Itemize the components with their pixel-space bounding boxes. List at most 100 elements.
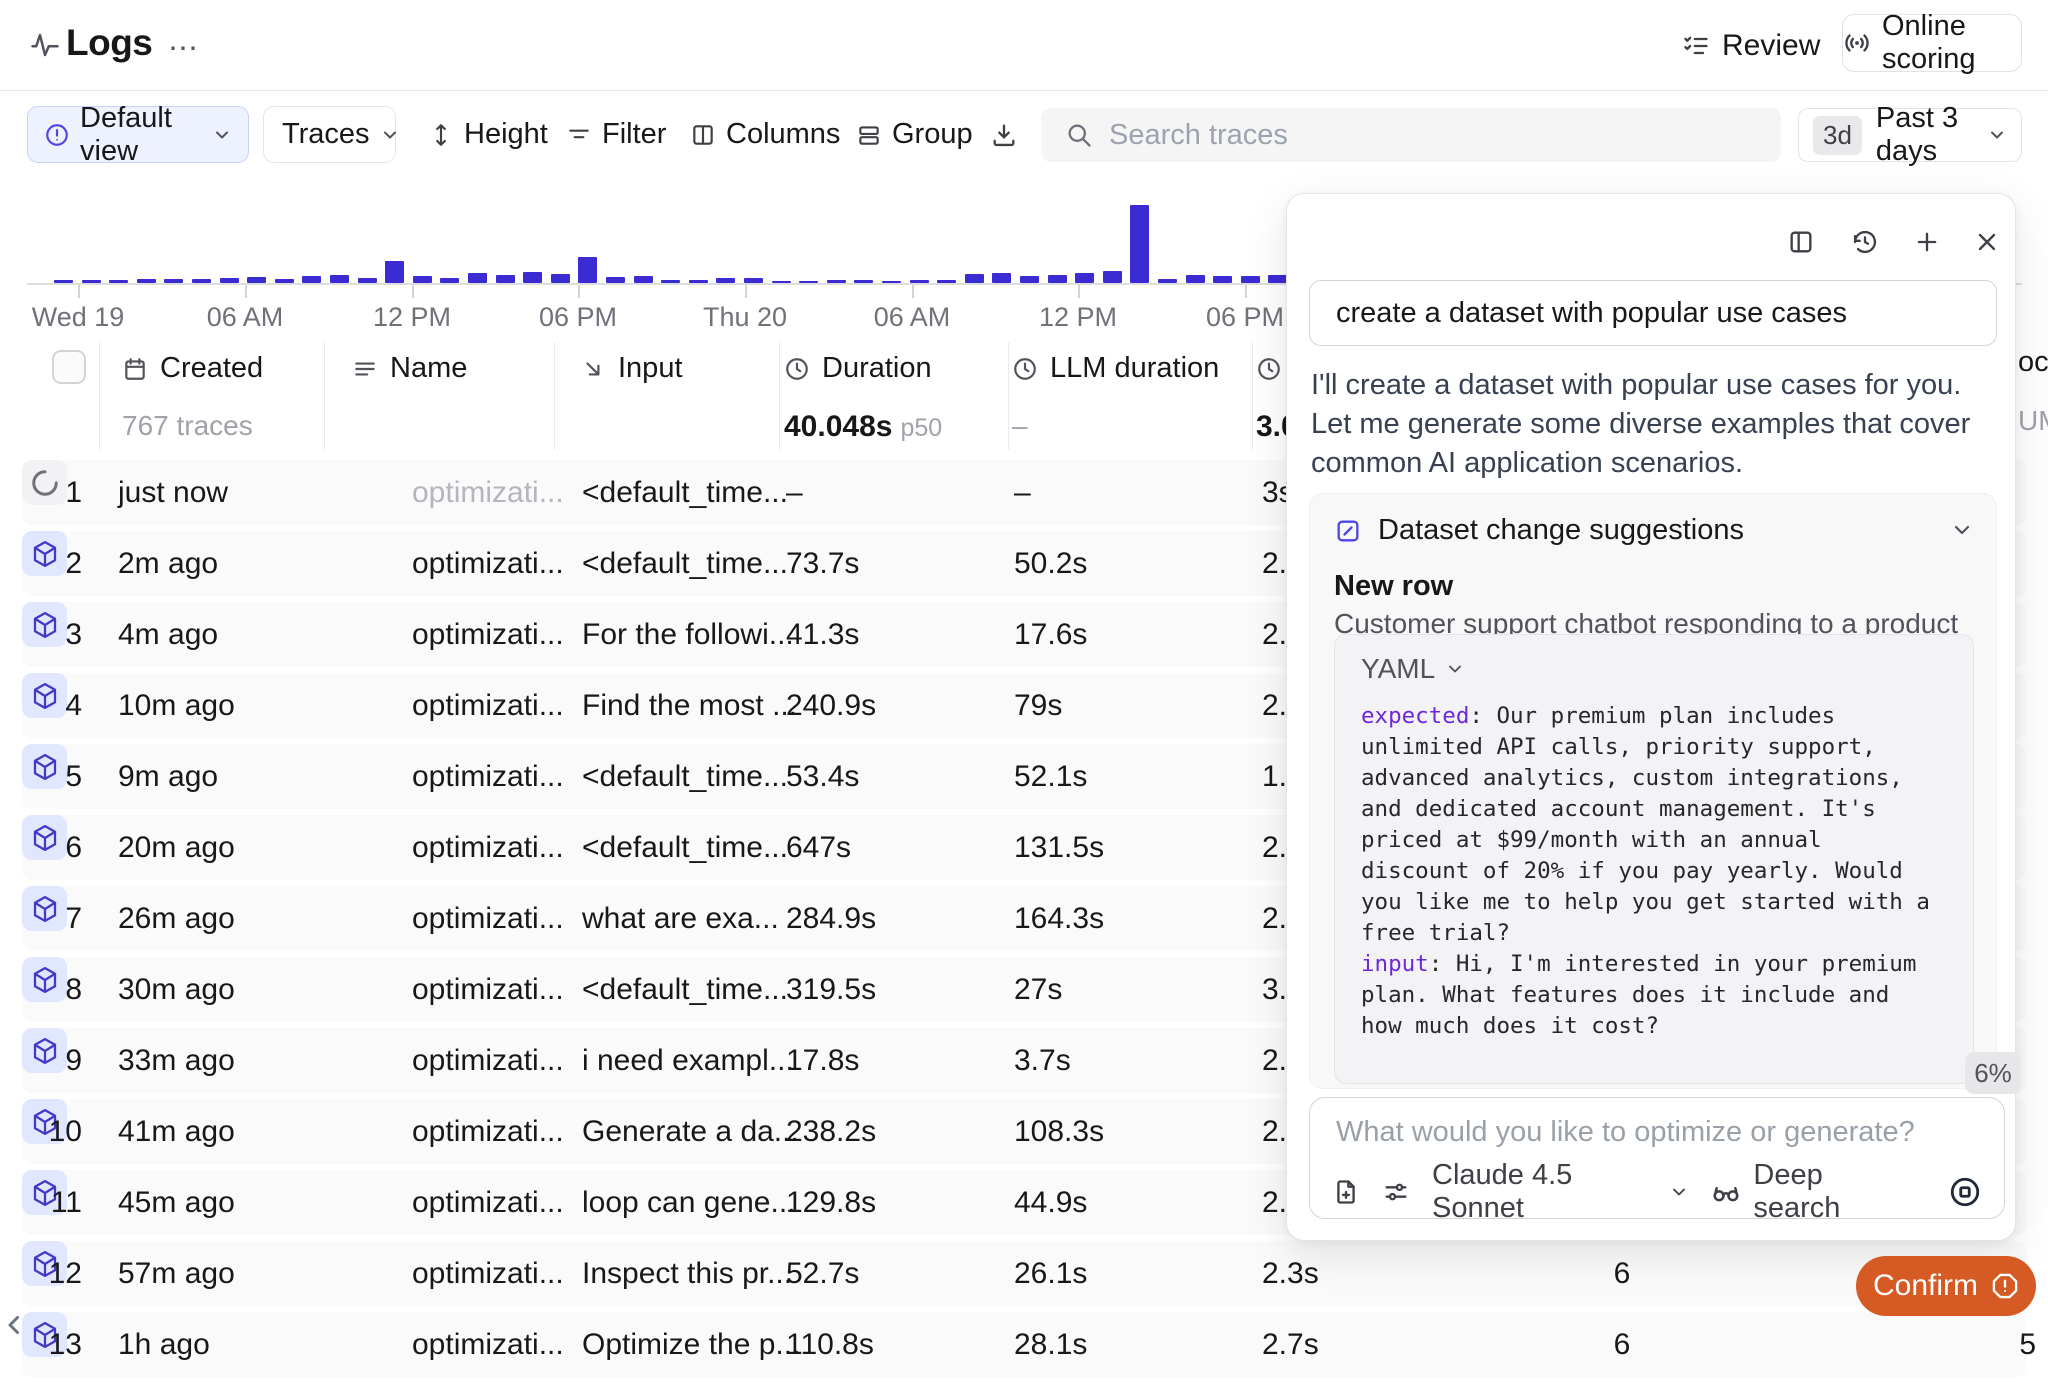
input-cell: Inspect this pr... xyxy=(582,1241,792,1306)
histogram-bar xyxy=(1241,276,1260,283)
chevron-down-icon xyxy=(1669,1182,1689,1202)
collapse-chevron-icon[interactable] xyxy=(0,1308,30,1342)
axis-tick xyxy=(745,285,747,298)
duration-cell: 73.7s xyxy=(786,531,859,596)
histogram-bar xyxy=(1075,273,1094,283)
search-input[interactable]: Search traces xyxy=(1041,108,1781,162)
created-cell: 1h ago xyxy=(118,1312,210,1377)
chevron-down-icon[interactable] xyxy=(1950,518,1974,542)
columns-icon xyxy=(690,122,716,148)
histogram-bar xyxy=(82,280,101,283)
ttft-cell: 2.3s xyxy=(1262,1241,1319,1306)
chevron-down-icon xyxy=(1445,659,1465,679)
select-all-checkbox[interactable] xyxy=(52,350,86,384)
view-selector-button[interactable]: Default view xyxy=(27,106,249,163)
user-prompt-card[interactable]: create a dataset with popular use cases xyxy=(1309,280,1997,346)
histogram-bar xyxy=(1130,205,1149,283)
duration-cell: 41.3s xyxy=(786,602,859,667)
input-cell: what are exa... xyxy=(582,886,779,951)
history-icon[interactable] xyxy=(1847,224,1883,260)
histogram-bar xyxy=(634,276,653,283)
axis-label: Thu 20 xyxy=(703,302,787,333)
name-cell: optimizati... xyxy=(412,1099,564,1164)
histogram-bar xyxy=(523,272,542,283)
sidebar-toggle-icon[interactable] xyxy=(1783,224,1819,260)
llm-duration-p50: – xyxy=(1012,410,1028,442)
row-number: 11 xyxy=(30,1170,82,1235)
more-options-button[interactable]: ⋯ xyxy=(162,30,206,66)
radio-icon xyxy=(1843,29,1871,57)
online-scoring-button[interactable]: Online scoring xyxy=(1842,14,2022,72)
llm-duration-cell: – xyxy=(1014,460,1031,525)
review-button[interactable]: Review xyxy=(1682,22,1820,70)
attach-file-icon[interactable] xyxy=(1332,1178,1360,1206)
glasses-icon xyxy=(1711,1177,1741,1207)
row-height-button[interactable]: Height xyxy=(428,106,548,163)
close-icon[interactable] xyxy=(1969,224,2005,260)
input-cell: loop can gene... xyxy=(582,1170,796,1235)
filter-button[interactable]: Filter xyxy=(566,106,666,163)
yaml-format-selector[interactable]: YAML xyxy=(1361,653,1465,685)
llm-duration-cell: 17.6s xyxy=(1014,602,1087,667)
table-row[interactable]: 13 1h ago optimizati... Optimize the p..… xyxy=(22,1312,2026,1377)
chat-placeholder: What would you like to optimize or gener… xyxy=(1336,1116,1915,1149)
name-cell: optimizati... xyxy=(412,815,564,880)
column-header-duration[interactable]: Duration xyxy=(784,352,932,385)
checklist-icon xyxy=(1682,32,1710,60)
column-header-created[interactable]: Created xyxy=(122,352,263,385)
input-cell: <default_time... xyxy=(582,744,788,809)
diff-square-icon xyxy=(1334,517,1362,545)
row-number: 10 xyxy=(30,1099,82,1164)
columns-button[interactable]: Columns xyxy=(690,106,840,163)
llm-duration-cell: 79s xyxy=(1014,673,1062,738)
name-cell: optimizati... xyxy=(412,602,564,667)
duration-cell: 647s xyxy=(786,815,851,880)
time-range-selector[interactable]: 3d Past 3 days xyxy=(1798,108,2022,162)
input-cell: <default_time... xyxy=(582,531,788,596)
histogram-bar xyxy=(109,280,128,283)
histogram-bar xyxy=(468,273,487,283)
calendar-icon xyxy=(122,356,148,382)
created-cell: just now xyxy=(118,460,228,525)
new-chat-icon[interactable] xyxy=(1909,224,1945,260)
histogram-bar xyxy=(772,281,791,283)
group-button[interactable]: Group xyxy=(856,106,973,163)
chat-input-box[interactable]: What would you like to optimize or gener… xyxy=(1309,1097,2005,1219)
name-cell: optimizati... xyxy=(412,886,564,951)
deep-search-toggle[interactable]: Deep search xyxy=(1711,1159,1908,1225)
created-cell: 30m ago xyxy=(118,957,235,1022)
histogram-bar xyxy=(496,275,515,283)
rows-icon xyxy=(856,122,882,148)
histogram-bar xyxy=(1020,276,1039,283)
stop-icon[interactable] xyxy=(1948,1175,1982,1209)
column-header-name[interactable]: Name xyxy=(352,352,467,385)
duration-cell: 129.8s xyxy=(786,1170,876,1235)
download-icon xyxy=(990,121,1018,149)
column-header-llm-duration[interactable]: LLM duration xyxy=(1012,352,1219,385)
name-cell: optimizati... xyxy=(412,531,564,596)
settings-sliders-icon[interactable] xyxy=(1382,1178,1410,1206)
histogram-bar xyxy=(1213,276,1232,283)
column-header-input[interactable]: Input xyxy=(580,352,683,385)
suggestions-header[interactable]: Dataset change suggestions xyxy=(1334,514,1744,547)
axis-tick xyxy=(1078,285,1080,298)
progress-badge: 6% xyxy=(1965,1052,2021,1094)
confirm-button[interactable]: Confirm xyxy=(1856,1256,2036,1316)
created-cell: 20m ago xyxy=(118,815,235,880)
dataset-suggestions-card: Dataset change suggestions New row Custo… xyxy=(1309,493,1997,1089)
download-button[interactable] xyxy=(990,106,1018,163)
created-cell: 57m ago xyxy=(118,1241,235,1306)
histogram-bar xyxy=(247,277,266,283)
score-cell: 5 xyxy=(1972,1312,2036,1377)
llm-duration-cell: 27s xyxy=(1014,957,1062,1022)
row-number: 1 xyxy=(30,460,82,525)
llm-duration-cell: 44.9s xyxy=(1014,1170,1087,1235)
input-cell: Find the most ... xyxy=(582,673,797,738)
row-number: 4 xyxy=(30,673,82,738)
table-row[interactable]: 12 57m ago optimizati... Inspect this pr… xyxy=(22,1241,2026,1306)
histogram-bar xyxy=(551,274,570,283)
object-type-selector[interactable]: Traces xyxy=(263,106,396,163)
model-selector[interactable]: Claude 4.5 Sonnet xyxy=(1432,1159,1689,1225)
ttft-cell: 2.7s xyxy=(1262,1312,1319,1377)
clipped-column-sliver: oc UM xyxy=(2018,346,2048,437)
